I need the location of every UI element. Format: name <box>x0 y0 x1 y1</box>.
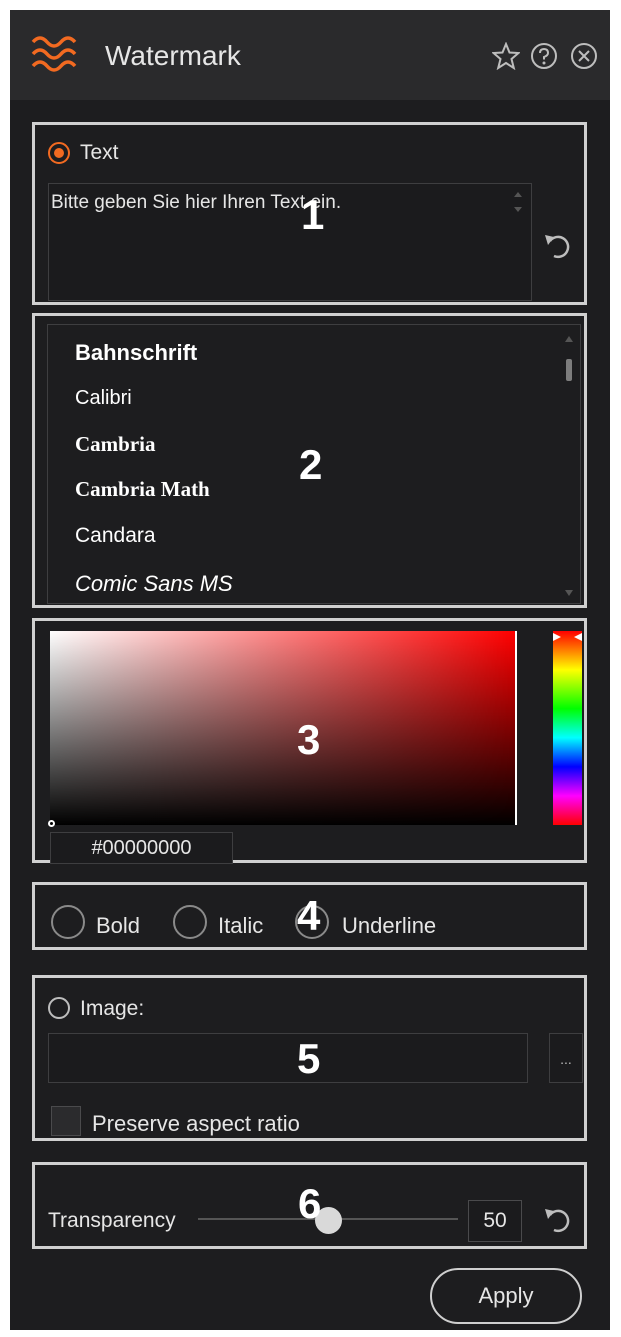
color-picker-cursor[interactable] <box>48 820 55 827</box>
image-section: Image: ... Preserve aspect ratio 5 <box>32 975 587 1141</box>
close-icon[interactable] <box>570 42 598 70</box>
italic-label: Italic <box>218 913 264 938</box>
marker-6: 6 <box>298 1180 322 1227</box>
marker-1: 1 <box>301 191 325 238</box>
text-radio-label: Text <box>80 141 119 164</box>
font-scrollbar[interactable] <box>564 335 574 597</box>
marker-3: 3 <box>297 716 321 763</box>
italic-radio[interactable] <box>173 905 207 939</box>
marker-4: 4 <box>297 892 321 939</box>
transparency-label: Transparency <box>48 1209 176 1232</box>
aspect-ratio-checkbox[interactable] <box>51 1106 81 1136</box>
window-title: Watermark <box>105 40 241 71</box>
aspect-ratio-label: Preserve aspect ratio <box>92 1111 300 1136</box>
bold-label: Bold <box>96 913 141 938</box>
font-item[interactable]: Candara <box>75 524 156 548</box>
star-icon[interactable] <box>492 42 520 70</box>
marker-2: 2 <box>299 441 323 488</box>
color-section: #00000000 3 <box>32 618 587 864</box>
transparency-value-input[interactable]: 50 <box>468 1200 522 1242</box>
apply-button[interactable]: Apply <box>430 1268 582 1324</box>
hue-handle-icon[interactable] <box>553 631 582 643</box>
watermark-panel: Watermark Text Bitte geben Sie hier Ihre… <box>10 10 610 1330</box>
scrollbar-thumb[interactable] <box>566 359 572 381</box>
font-item[interactable]: Bahnschrift <box>75 340 197 366</box>
undo-icon[interactable] <box>542 1203 574 1235</box>
underline-label: Underline <box>342 913 437 938</box>
image-radio-label: Image: <box>80 997 145 1020</box>
font-item[interactable]: Cambria <box>75 432 156 457</box>
text-input-value: Bitte geben Sie hier Ihren Text ein. <box>51 192 342 213</box>
saturation-value-picker[interactable] <box>48 631 517 827</box>
bold-radio[interactable] <box>51 905 85 939</box>
font-section: Bahnschrift Calibri Cambria Cambria Math… <box>32 313 587 608</box>
transparency-section: Transparency 50 6 <box>32 1162 587 1249</box>
scroll-arrows-icon[interactable] <box>513 190 523 214</box>
watermark-logo-icon <box>31 36 77 72</box>
style-section: Bold Italic Underline 4 <box>32 882 587 950</box>
undo-icon[interactable] <box>542 229 574 261</box>
text-radio[interactable] <box>48 142 70 164</box>
text-input[interactable]: Bitte geben Sie hier Ihren Text ein. <box>48 183 532 301</box>
browse-button[interactable]: ... <box>549 1033 583 1083</box>
font-item[interactable]: Cambria Math <box>75 477 210 502</box>
hue-slider[interactable] <box>553 631 582 825</box>
image-radio[interactable] <box>48 997 70 1019</box>
help-icon[interactable] <box>530 42 558 70</box>
hex-color-input[interactable]: #00000000 <box>50 832 233 864</box>
font-item[interactable]: Comic Sans MS <box>75 571 233 597</box>
font-item[interactable]: Calibri <box>75 387 132 410</box>
title-bar: Watermark <box>10 10 610 100</box>
image-path-input[interactable] <box>48 1033 528 1083</box>
text-section: Text Bitte geben Sie hier Ihren Text ein… <box>32 122 587 305</box>
marker-5: 5 <box>297 1035 321 1082</box>
